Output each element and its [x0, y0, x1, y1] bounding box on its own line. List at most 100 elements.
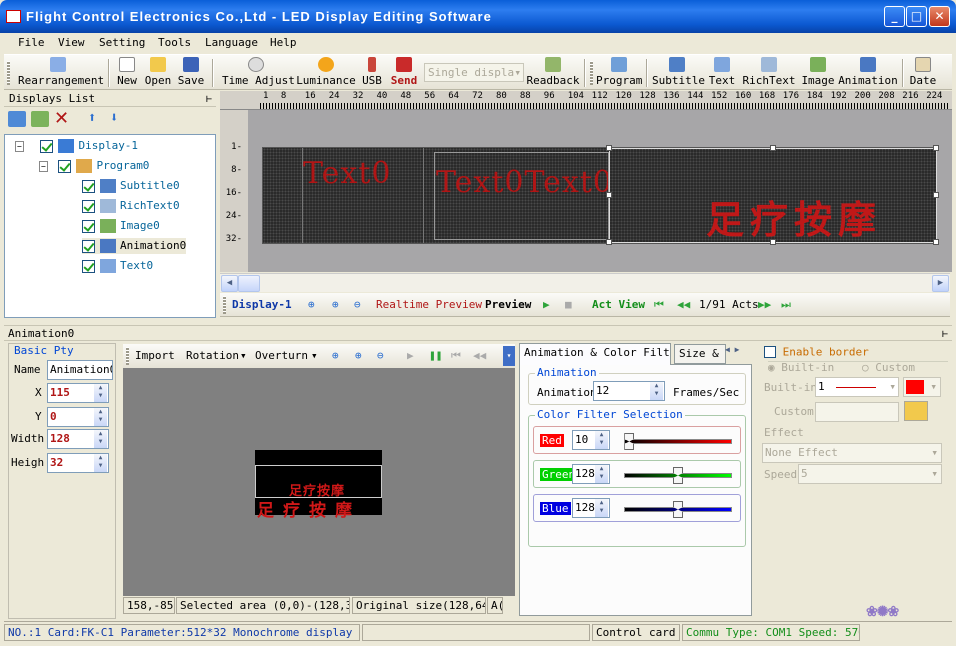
spin-icon[interactable]: ▲ ▼ [94, 430, 107, 448]
animation-region[interactable]: 足疗按摩 [609, 148, 937, 243]
enable-border-checkbox[interactable] [764, 346, 776, 358]
blue-value-field[interactable]: 128 ▲ ▼ [572, 498, 610, 518]
pause-icon[interactable]: ❚❚ [429, 349, 442, 362]
move-up-icon[interactable]: ⬆ [88, 110, 96, 126]
menu-view[interactable]: View [58, 36, 85, 49]
tab-animation-color-filter[interactable]: Animation & Color Filter [519, 343, 671, 365]
red-slider[interactable] [624, 433, 732, 450]
zoom-out-icon[interactable]: ⊖ [354, 298, 361, 311]
spin-icon[interactable]: ▲ ▼ [94, 384, 107, 402]
readback-button[interactable]: Readback [526, 57, 580, 89]
width-field[interactable]: 128 ▲ ▼ [47, 429, 109, 449]
tab-scroll-arrows-icon[interactable]: ◀ ▶ [725, 345, 753, 359]
date-button[interactable]: Date [908, 57, 938, 89]
zoom-fit-icon[interactable]: ⊕ [332, 298, 339, 311]
realtime-preview-button[interactable]: Realtime Preview [376, 298, 482, 311]
image-button[interactable]: Image [800, 57, 836, 89]
menu-tools[interactable]: Tools [158, 36, 191, 49]
height-field[interactable]: 32 ▲ ▼ [47, 453, 109, 473]
custom-border-field[interactable] [815, 402, 899, 422]
toolbar-grip[interactable] [223, 296, 226, 314]
slider-thumb[interactable] [673, 467, 683, 484]
blue-slider[interactable] [624, 501, 732, 518]
minimize-button[interactable]: _ [884, 6, 905, 27]
tree-item-image[interactable]: Image0 [82, 218, 160, 234]
slider-thumb[interactable] [673, 501, 683, 518]
menu-language[interactable]: Language [205, 36, 258, 49]
toolbar-overflow-icon[interactable]: ▾ [503, 346, 515, 366]
first-frame-icon[interactable]: ⏮ [451, 349, 461, 363]
checkbox[interactable] [82, 259, 95, 273]
close-button[interactable]: ✕ [929, 6, 950, 27]
animation-frame-preview[interactable]: 足疗按摩 足疗按摩 [255, 450, 382, 521]
fps-field[interactable]: 12 ▲ ▼ [593, 381, 665, 401]
zoom-in-icon[interactable]: ⊕ [332, 349, 339, 362]
effect-select[interactable]: None Effect ▾ [762, 443, 942, 463]
menu-help[interactable]: Help [270, 36, 297, 49]
save-button[interactable]: Save [177, 57, 205, 89]
resize-handle[interactable] [770, 145, 776, 151]
led-text-region[interactable]: Text0 [303, 156, 392, 191]
scroll-right-icon[interactable]: ▶ [932, 275, 949, 292]
resize-handle[interactable] [933, 192, 939, 198]
toolbar-grip[interactable] [126, 347, 129, 365]
spin-icon[interactable]: ▲ ▼ [595, 465, 608, 483]
toolbar-grip[interactable] [7, 61, 10, 85]
luminance-button[interactable]: Luminance [296, 57, 356, 89]
program-button[interactable]: Program [596, 57, 642, 89]
y-field[interactable]: 0 ▲ ▼ [47, 407, 109, 427]
border-color-picker[interactable]: ▾ [903, 377, 941, 397]
green-value-field[interactable]: 128 ▲ ▼ [572, 464, 610, 484]
menu-file[interactable]: File [18, 36, 45, 49]
play-icon[interactable]: ▶ [543, 298, 550, 311]
usb-button[interactable]: USB [360, 57, 384, 89]
resize-handle[interactable] [933, 239, 939, 245]
resize-handle[interactable] [770, 239, 776, 245]
checkbox[interactable] [82, 179, 95, 193]
builtin-radio[interactable]: ◉ Built-in [768, 361, 834, 374]
new-button[interactable]: New [116, 57, 138, 89]
display-select[interactable]: Single displa ▾ [424, 63, 524, 82]
resize-handle[interactable] [933, 145, 939, 151]
rotation-dropdown-icon[interactable]: ▾ [240, 349, 247, 362]
horizontal-scrollbar[interactable]: ◀ ▶ [220, 273, 950, 292]
zoom-fit-icon[interactable]: ⊕ [355, 349, 362, 362]
pin-icon[interactable]: ⊢ [206, 92, 212, 107]
checkbox[interactable] [58, 159, 72, 173]
resize-handle[interactable] [606, 192, 612, 198]
speed-select[interactable]: 5 ▾ [798, 464, 942, 484]
slider-thumb[interactable] [624, 433, 635, 450]
open-button[interactable]: Open [144, 57, 172, 89]
richtext-button[interactable]: RichText [742, 57, 796, 89]
green-slider[interactable] [624, 467, 732, 484]
send-button[interactable]: Send [388, 57, 420, 89]
spin-icon[interactable]: ▲ ▼ [595, 499, 608, 517]
subtitle-button[interactable]: Subtitle [652, 57, 705, 89]
import-button[interactable]: Import [135, 349, 175, 362]
folder-icon[interactable] [904, 401, 928, 421]
enable-border-row[interactable]: Enable border [764, 345, 869, 359]
checkbox[interactable] [82, 219, 95, 233]
maximize-button[interactable]: □ [906, 6, 927, 27]
first-frame-icon[interactable]: ⏮ [654, 298, 664, 312]
overturn-dropdown-icon[interactable]: ▾ [311, 349, 318, 362]
collapse-icon[interactable]: − [15, 141, 24, 152]
resize-handle[interactable] [606, 239, 612, 245]
tree-item-animation[interactable]: Animation0 [82, 238, 187, 254]
red-value-field[interactable]: 10 ▲ ▼ [572, 430, 610, 450]
zoom-out-icon[interactable]: ⊖ [377, 349, 384, 362]
prev-frame-icon[interactable]: ◀◀ [473, 349, 486, 362]
tree-item-text[interactable]: Text0 [82, 258, 153, 274]
spin-icon[interactable]: ▲ ▼ [595, 431, 608, 449]
checkbox[interactable] [82, 199, 95, 213]
last-frame-icon[interactable]: ⏭ [781, 298, 791, 312]
tree-item-richtext[interactable]: RichText0 [82, 198, 180, 214]
spin-icon[interactable]: ▲ ▼ [650, 382, 663, 400]
scroll-left-icon[interactable]: ◀ [221, 275, 238, 292]
delete-icon[interactable]: ✕ [54, 108, 69, 129]
tree-item-program[interactable]: − Program0 [39, 158, 149, 174]
pin-icon[interactable]: ⊢ [942, 327, 948, 342]
spin-icon[interactable]: ▲ ▼ [94, 408, 107, 426]
led-display-preview[interactable]: Text0 Text0Text0 足疗按摩 [262, 145, 939, 245]
zoom-in-icon[interactable]: ⊕ [308, 298, 315, 311]
